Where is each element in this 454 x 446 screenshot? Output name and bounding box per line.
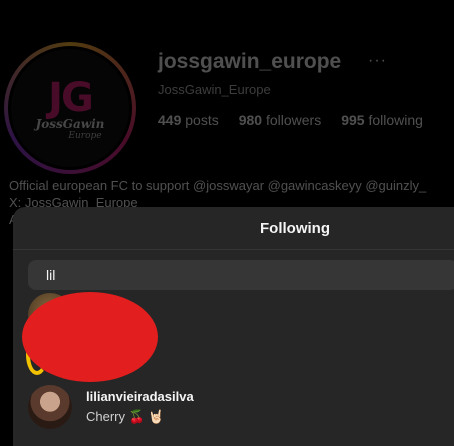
profile-avatar-logo: JG JossGawin Europe: [8, 46, 132, 170]
bio-line: Official european FC to support @jossway…: [9, 178, 427, 193]
posts-stat: 449 posts: [158, 112, 219, 128]
list-item[interactable]: lilianvieiradasilva Cherry 🍒 🤘🏻: [28, 385, 194, 429]
profile-stats: 449 posts 980 followers 995 following: [158, 112, 423, 128]
search-input[interactable]: [46, 267, 454, 283]
search-box[interactable]: [28, 260, 454, 290]
list-item-name: Cherry 🍒 🤘🏻: [86, 409, 165, 424]
list-item-username[interactable]: lilianvieiradasilva: [86, 389, 194, 404]
modal-header: Following: [13, 207, 454, 250]
redaction-mark: [22, 292, 158, 382]
avatar-logo-sub: Europe: [68, 131, 102, 141]
profile-username: jossgawin_europe: [158, 50, 342, 73]
list-item-text: lilianvieiradasilva Cherry 🍒 🤘🏻: [86, 389, 194, 425]
modal-title: Following: [260, 219, 330, 237]
more-options-icon[interactable]: ···: [368, 52, 387, 70]
profile-avatar[interactable]: JG JossGawin Europe: [4, 42, 136, 174]
avatar[interactable]: [28, 385, 72, 429]
following-stat[interactable]: 995 following: [341, 112, 423, 128]
avatar-logo-text: JossGawin: [35, 117, 105, 131]
profile-full-name: JossGawin_Europe: [158, 82, 271, 97]
followers-stat[interactable]: 980 followers: [239, 112, 322, 128]
avatar-logo-initials: JG: [48, 75, 94, 121]
